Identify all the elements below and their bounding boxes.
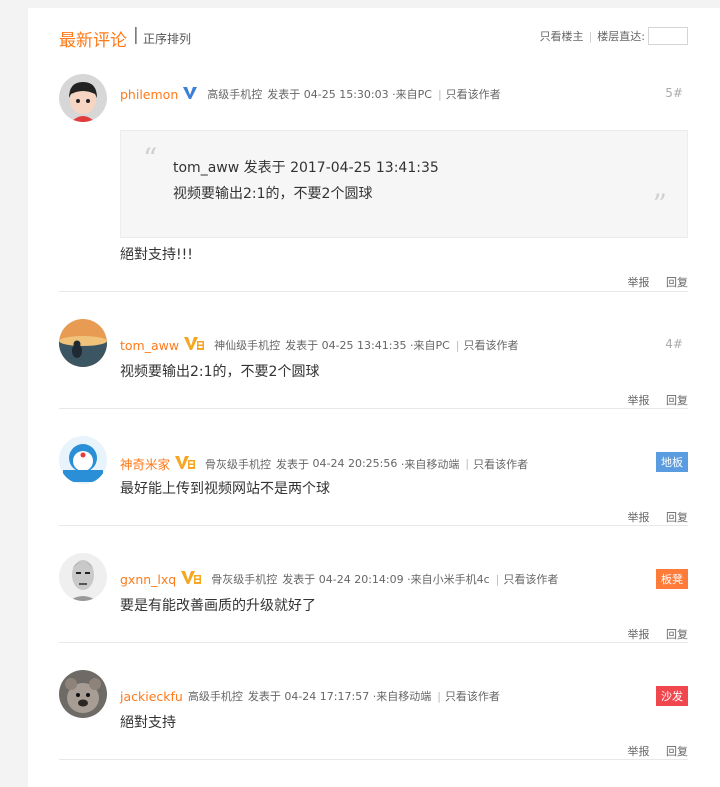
only-author-link[interactable]: 只看楼主	[540, 28, 584, 44]
meta-divider: |	[495, 572, 500, 586]
floor-tag: 地板	[656, 452, 688, 472]
reply-link[interactable]: 回复	[666, 394, 688, 407]
username-link[interactable]: jackieckfu	[120, 689, 183, 704]
posted-label: 发表于	[285, 339, 319, 352]
post-source: ·来自移动端	[400, 457, 460, 471]
user-level: 神仙级手机控	[214, 339, 281, 352]
only-this-author-link[interactable]: 只看该作者	[503, 571, 558, 587]
comment-actions: 举报 回复	[615, 509, 689, 525]
floor-tag: 板凳	[656, 569, 688, 589]
vip-v-icon	[181, 571, 202, 587]
comment-item: 神奇米家 骨灰级手机控 发表于 04-24 20:25:56 ·来自移动端 | …	[59, 434, 688, 526]
only-this-author-link[interactable]: 只看该作者	[446, 86, 501, 102]
floor-jump-input[interactable]	[648, 27, 688, 45]
comment-item: gxnn_lxq 骨灰级手机控 发表于 04-24 20:14:09 ·来自小米…	[59, 551, 688, 643]
title-separator: |	[133, 25, 139, 45]
comments-header: 最新评论 | 正序排列 只看楼主 | 楼层直达:	[59, 24, 688, 51]
report-link[interactable]: 举报	[628, 628, 650, 641]
quote-open-icon: “	[143, 142, 158, 175]
post-source: ·来自小米手机4c	[407, 573, 490, 586]
comment-actions: 举报 回复	[615, 626, 689, 642]
avatar[interactable]	[59, 553, 107, 601]
floor-jump-label: 楼层直达:	[597, 30, 645, 43]
floor-number: 5#	[665, 86, 683, 100]
vip-v-icon	[175, 455, 196, 472]
quote-text: 视频要输出2:1的，不要2个圆球	[173, 186, 373, 202]
report-link[interactable]: 举报	[628, 511, 650, 524]
avatar[interactable]	[59, 436, 107, 484]
avatar[interactable]	[59, 319, 107, 367]
posted-label: 发表于	[267, 88, 301, 101]
comment-content: 要是有能改善画质的升级就好了	[120, 598, 316, 614]
reply-link[interactable]: 回复	[666, 276, 688, 289]
report-link[interactable]: 举报	[628, 276, 650, 289]
user-level: 高级手机控	[187, 690, 243, 703]
comments-panel: 最新评论 | 正序排列 只看楼主 | 楼层直达: philemon 高级手机控 …	[28, 8, 720, 787]
user-level: 高级手机控	[207, 88, 263, 101]
only-this-author-link[interactable]: 只看该作者	[464, 337, 519, 353]
comment-meta: philemon 高级手机控 发表于 04-25 15:30:03 ·来自PC …	[120, 86, 501, 102]
username-link[interactable]: 神奇米家	[120, 454, 170, 473]
report-link[interactable]: 举报	[628, 745, 650, 758]
post-source: ·来自移动端	[372, 690, 432, 703]
reply-link[interactable]: 回复	[666, 628, 688, 641]
avatar[interactable]	[59, 670, 107, 718]
only-this-author-link[interactable]: 只看该作者	[445, 688, 500, 704]
comment-item: philemon 高级手机控 发表于 04-25 15:30:03 ·来自PC …	[59, 72, 688, 292]
post-time: 04-24 17:17:57	[284, 689, 370, 703]
post-source: ·来自PC	[409, 339, 450, 352]
quote-author-line: tom_aww 发表于 2017-04-25 13:41:35	[173, 160, 439, 176]
floor-tag: 沙发	[656, 686, 688, 706]
user-level: 骨灰级手机控	[205, 457, 272, 471]
posted-label: 发表于	[276, 457, 310, 471]
comment-content: 最好能上传到视频网站不是两个球	[120, 481, 330, 497]
report-link[interactable]: 举报	[628, 394, 650, 407]
post-time: 04-24 20:25:56	[312, 457, 398, 470]
meta-divider: |	[465, 457, 470, 470]
post-time: 04-24 20:14:09	[318, 572, 404, 586]
comment-content: 絕對支持	[120, 715, 176, 731]
comment-item: tom_aww 神仙级手机控 发表于 04-25 13:41:35 ·来自PC …	[59, 317, 688, 409]
comment-content: 絕對支持!!!	[120, 247, 193, 263]
only-this-author-link[interactable]: 只看该作者	[473, 456, 528, 472]
section-title: 最新评论	[59, 31, 127, 51]
comment-actions: 举报 回复	[615, 274, 689, 290]
comment-actions: 举报 回复	[615, 743, 689, 759]
username-link[interactable]: tom_aww	[120, 338, 179, 353]
comment-actions: 举报 回复	[615, 392, 689, 408]
comment-meta: jackieckfu 高级手机控 发表于 04-24 17:17:57 ·来自移…	[120, 688, 500, 704]
meta-divider: |	[437, 689, 441, 703]
username-link[interactable]: philemon	[120, 87, 178, 102]
comment-meta: tom_aww 神仙级手机控 发表于 04-25 13:41:35 ·来自PC …	[120, 337, 519, 353]
quote-block: “ tom_aww 发表于 2017-04-25 13:41:35 视频要输出2…	[120, 130, 688, 238]
verified-v-icon	[183, 86, 198, 102]
posted-label: 发表于	[247, 690, 281, 703]
reply-link[interactable]: 回复	[666, 511, 688, 524]
posted-label: 发表于	[282, 573, 316, 586]
reply-link[interactable]: 回复	[666, 745, 688, 758]
post-time: 04-25 15:30:03	[303, 87, 389, 101]
comment-meta: 神奇米家 骨灰级手机控 发表于 04-24 20:25:56 ·来自移动端 | …	[120, 454, 528, 473]
comment-meta: gxnn_lxq 骨灰级手机控 发表于 04-24 20:14:09 ·来自小米…	[120, 571, 558, 587]
comment-content: 视频要输出2:1的，不要2个圆球	[120, 364, 320, 380]
vip-v-icon	[184, 337, 205, 353]
post-time: 04-25 13:41:35	[321, 338, 407, 352]
comment-item: jackieckfu 高级手机控 发表于 04-24 17:17:57 ·来自移…	[59, 668, 688, 760]
meta-divider: |	[455, 338, 460, 352]
header-tools: 只看楼主 | 楼层直达:	[540, 27, 688, 45]
quote-close-icon: ”	[652, 188, 667, 221]
user-level: 骨灰级手机控	[211, 573, 278, 586]
avatar[interactable]	[59, 74, 107, 122]
post-source: ·来自PC	[392, 88, 432, 101]
username-link[interactable]: gxnn_lxq	[120, 572, 176, 587]
header-divider: |	[588, 29, 593, 43]
sort-order-link[interactable]: 正序排列	[143, 30, 191, 47]
floor-number: 4#	[665, 337, 683, 351]
meta-divider: |	[437, 87, 442, 101]
